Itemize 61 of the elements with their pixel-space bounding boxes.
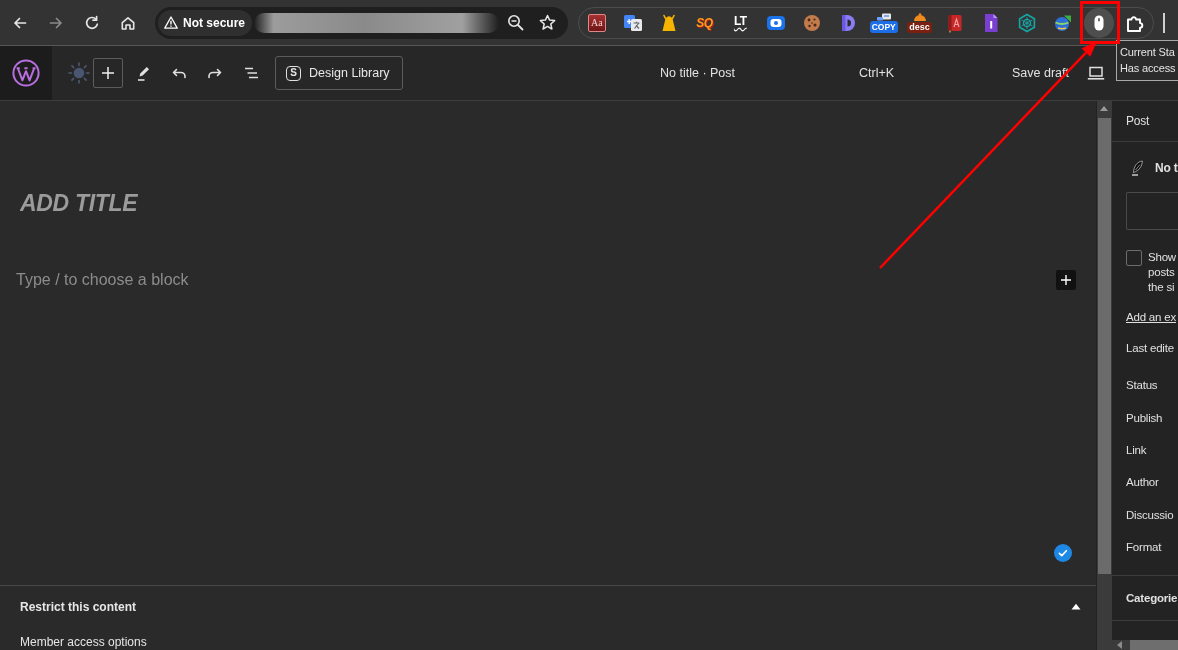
scrollbar[interactable] xyxy=(1097,101,1111,650)
block-input[interactable]: Type / to choose a block xyxy=(16,265,1044,295)
panel-subtitle: Member access options xyxy=(20,635,147,649)
field-label: Author xyxy=(1126,476,1159,489)
field-label: Discussio xyxy=(1126,508,1174,521)
overlapping-squares-icon xyxy=(622,12,643,33)
check-circle-icon[interactable] xyxy=(1054,544,1072,562)
hexagon-icon xyxy=(1017,12,1038,33)
last-edited-label: Last edite xyxy=(1126,342,1174,354)
pencil-icon xyxy=(135,65,151,81)
caret-up-icon xyxy=(1071,603,1081,610)
plus-icon xyxy=(100,65,116,81)
tooltip: Current Sta Has access xyxy=(1116,40,1178,81)
w-logo-icon xyxy=(12,59,40,87)
mouse-icon xyxy=(1093,14,1104,31)
extension-button[interactable]: desc xyxy=(901,7,938,38)
arrow-left-icon[interactable] xyxy=(1117,641,1122,649)
text-field[interactable] xyxy=(1126,192,1178,230)
laptop-icon xyxy=(1087,66,1105,80)
site-logo-button[interactable] xyxy=(0,46,52,100)
highlight-box xyxy=(1080,1,1120,44)
scrollbar[interactable] xyxy=(1112,640,1178,650)
warning-icon xyxy=(164,16,178,29)
document-title[interactable]: No title · Post xyxy=(660,66,736,80)
keyboard-shortcut: Ctrl+K xyxy=(859,66,895,80)
section-title[interactable]: Categorie xyxy=(1126,591,1178,604)
security-chip[interactable]: Not secure xyxy=(158,9,253,36)
post-title: No t xyxy=(1155,161,1178,175)
reload-icon xyxy=(84,14,100,31)
extension-button[interactable] xyxy=(1083,7,1114,38)
add-block-button[interactable] xyxy=(93,58,123,88)
checkbox-label: Show posts the si xyxy=(1148,250,1176,295)
cloche-icon xyxy=(911,12,928,22)
feather-icon xyxy=(1131,160,1143,176)
home-icon xyxy=(120,14,136,31)
scrollbar-thumb[interactable] xyxy=(1097,118,1111,574)
excerpt-link[interactable]: Add an ex xyxy=(1126,311,1176,323)
plus-icon xyxy=(1060,274,1072,286)
extension-button[interactable]: LT xyxy=(722,7,759,38)
star-icon xyxy=(538,14,556,31)
sidebar-tab[interactable]: Post xyxy=(1126,114,1150,128)
field-label: Format xyxy=(1126,541,1162,554)
extension-button[interactable]: Aa xyxy=(579,7,615,38)
checkbox[interactable] xyxy=(1126,250,1142,266)
list-icon xyxy=(243,65,259,81)
extension-button[interactable]: SQ xyxy=(686,7,723,38)
arrow-up-icon[interactable] xyxy=(1100,106,1108,111)
field-label: Link xyxy=(1126,443,1147,456)
s-logo-icon: S xyxy=(286,65,301,81)
panel-title: Restrict this content xyxy=(20,599,136,614)
extension-button[interactable]: COPY xyxy=(865,7,902,38)
zoom-out-icon xyxy=(506,14,524,31)
cookie-icon xyxy=(802,12,822,33)
card-icon xyxy=(875,12,892,21)
address-bar[interactable]: Not secure xyxy=(155,6,568,39)
scrollbar-thumb[interactable] xyxy=(1130,640,1178,650)
title-input[interactable]: ADD TITLE xyxy=(20,189,620,217)
field-label: Publish xyxy=(1126,411,1163,424)
field-label: Status xyxy=(1126,379,1158,392)
add-block-button[interactable] xyxy=(1056,270,1076,290)
design-library-button[interactable]: S Design Library xyxy=(275,56,403,90)
